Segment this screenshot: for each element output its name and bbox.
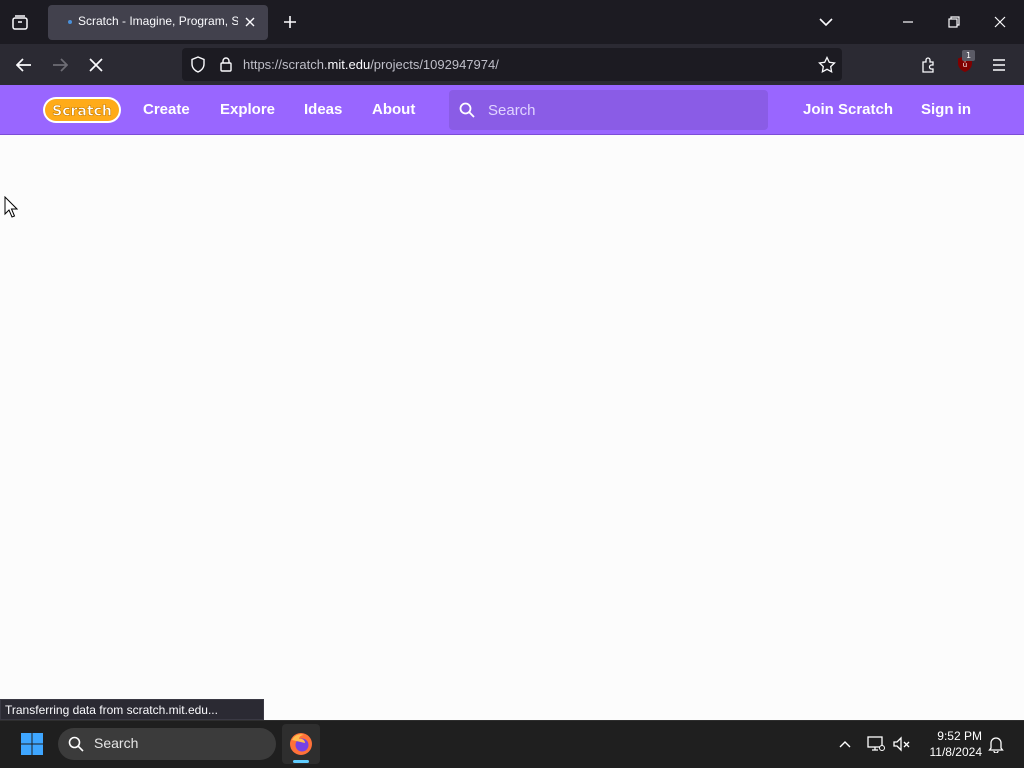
nav-about-link[interactable]: About [372,101,415,121]
taskbar-search-icon [66,734,86,754]
window-close-icon[interactable] [982,6,1018,38]
network-icon[interactable] [866,734,886,754]
ublock-count-badge: 1 [962,50,975,61]
status-panel: Transferring data from scratch.mit.edu..… [0,699,264,720]
page-content-blank [0,136,1024,720]
window-restore-icon[interactable] [936,6,972,38]
url-host: mit.edu [327,57,371,72]
svg-text:ü: ü [963,61,967,69]
url-prefix: https://scratch. [243,57,328,72]
back-arrow-icon[interactable] [8,50,40,80]
nav-explore-link[interactable]: Explore [220,101,275,121]
tab-title: Scratch - Imagine, Program, Share [78,14,238,28]
lock-icon[interactable] [216,54,236,74]
scratch-logo[interactable]: Scratch [42,95,122,125]
sign-in-link[interactable]: Sign in [921,101,971,121]
active-app-indicator [293,760,309,763]
tab-overview-icon[interactable] [4,6,36,38]
join-scratch-link[interactable]: Join Scratch [803,101,893,121]
nav-create-link[interactable]: Create [143,101,190,121]
notification-bell-icon[interactable] [986,734,1006,754]
window-minimize-icon[interactable] [890,6,926,38]
scratch-logo-text: Scratch [52,104,112,120]
list-all-tabs-chevron-icon[interactable] [812,8,840,36]
url-text[interactable]: https://scratch.mit.edu/projects/1092947… [243,57,783,75]
stop-loading-icon[interactable] [80,50,112,80]
forward-arrow-icon[interactable] [44,50,76,80]
nav-ideas-link[interactable]: Ideas [304,101,342,121]
bookmark-star-icon[interactable] [816,54,838,76]
taskbar-search-box[interactable] [58,728,276,760]
extensions-puzzle-icon[interactable] [918,54,940,76]
mouse-pointer-icon [4,195,19,218]
close-tab-icon[interactable] [240,12,260,32]
scratch-search-input[interactable] [486,99,756,121]
tab-loading-indicator [68,20,72,24]
firefox-taskbar-icon[interactable] [282,724,320,764]
clock-date[interactable]: 11/8/2024 [920,745,983,759]
windows-start-icon[interactable] [18,730,46,758]
new-tab-plus-icon[interactable] [276,8,304,36]
clock-time[interactable]: 9:52 PM [920,729,982,743]
tray-overflow-chevron-icon[interactable] [836,734,854,754]
taskbar-search-label: Search [94,735,139,751]
search-icon [457,100,477,120]
hamburger-menu-icon[interactable] [988,54,1010,76]
tracking-protection-shield-icon[interactable] [188,54,208,74]
url-path: /projects/1092947974/ [370,57,499,72]
volume-muted-icon[interactable] [892,734,912,754]
